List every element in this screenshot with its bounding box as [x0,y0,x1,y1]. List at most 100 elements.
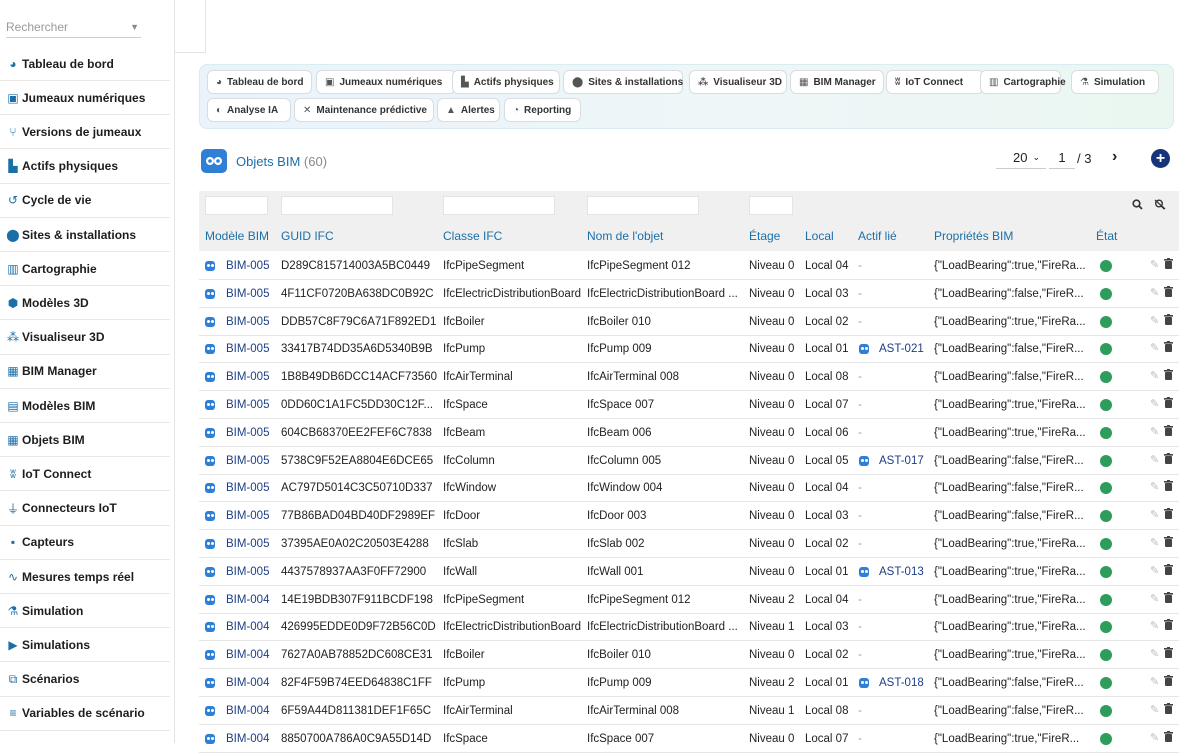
quick-tab-11[interactable]: ▲ Alertes [437,98,500,122]
model-link[interactable]: BIM-005 [226,343,276,355]
quick-tab-10[interactable]: ✕ Maintenance prédictive [294,98,434,122]
table-row[interactable]: BIM-005 33417B74DD35A6D5340B9B IfcPump IfcP… [199,335,1179,364]
model-link[interactable]: BIM-005 [226,260,276,272]
quick-tab-3[interactable]: ⬤ Sites & installations [563,70,683,94]
model-link[interactable]: BIM-005 [226,538,276,550]
table-row[interactable]: BIM-005 37395AE0A02C20503E4288 IfcSlab IfcS… [199,530,1179,558]
model-link[interactable]: BIM-005 [226,371,276,383]
col-header-status[interactable]: État [1096,229,1117,243]
trash-icon[interactable] [1164,313,1173,328]
sidebar-item-4[interactable]: ↺ Cycle de vie [0,184,170,218]
edit-icon[interactable]: ✎ [1150,619,1159,632]
edit-icon[interactable]: ✎ [1150,647,1159,660]
filter-guid[interactable] [281,196,393,215]
edit-icon[interactable]: ✎ [1150,480,1159,493]
edit-icon[interactable]: ✎ [1150,675,1159,688]
table-row[interactable]: BIM-004 14E19BDB307F911BCDF198 IfcPipeSegm… [199,586,1179,614]
table-row[interactable]: BIM-004 8850700A786A0C9A55D14D IfcSpace Ifc… [199,725,1179,753]
edit-icon[interactable]: ✎ [1150,286,1159,299]
sidebar-search-select[interactable]: Rechercher ▼ [6,16,141,38]
col-header-model[interactable]: Modèle BIM [205,229,269,243]
edit-icon[interactable]: ✎ [1150,564,1159,577]
edit-icon[interactable]: ✎ [1150,258,1159,271]
sidebar-item-15[interactable]: ∿ Mesures temps réel [0,560,170,594]
quick-tab-5[interactable]: ▦ BIM Manager [790,70,884,94]
table-row[interactable]: BIM-004 426995EDDE0D9F72B56C0D IfcElectric… [199,613,1179,642]
sidebar-item-8[interactable]: ⁂ Visualiseur 3D [0,321,170,355]
col-header-local[interactable]: Local [805,229,834,243]
sidebar-item-3[interactable]: ▙ Actifs physiques [0,150,170,184]
sidebar-item-5[interactable]: ⬤ Sites & installations [0,218,170,252]
col-header-asset[interactable]: Actif lié [858,229,897,243]
edit-icon[interactable]: ✎ [1150,536,1159,549]
edit-icon[interactable]: ✎ [1150,508,1159,521]
col-header-props[interactable]: Propriétés BIM [934,229,1013,243]
model-link[interactable]: BIM-005 [226,455,276,467]
col-header-guid[interactable]: GUID IFC [281,229,334,243]
model-link[interactable]: BIM-004 [226,594,276,606]
model-link[interactable]: BIM-005 [226,288,276,300]
filter-model[interactable] [205,196,268,215]
clear-filter-icon[interactable] [1154,199,1166,213]
sidebar-item-10[interactable]: ▤ Modèles BIM [0,389,170,423]
sidebar-item-0[interactable]: ◕ Tableau de bord [0,47,170,81]
table-row[interactable]: BIM-005 DDB57C8F79C6A71F892ED1 IfcBoiler If… [199,308,1179,336]
trash-icon[interactable] [1164,397,1173,411]
asset-link[interactable]: AST-021 [879,343,931,355]
quick-tab-4[interactable]: ⁂ Visualiseur 3D [689,70,787,94]
col-header-class[interactable]: Classe IFC [443,229,502,243]
trash-icon[interactable] [1164,591,1173,606]
trash-icon[interactable] [1164,730,1173,745]
next-page-chevron-icon[interactable]: › [1112,148,1117,166]
current-page-input[interactable]: 1 [1049,147,1075,169]
edit-icon[interactable]: ✎ [1150,703,1159,716]
table-row[interactable]: BIM-005 5738C9F52EA8804E6DCE65 IfcColumn If… [199,447,1179,475]
table-row[interactable]: BIM-005 4437578937AA3F0FF72900 IfcWall IfcW… [199,558,1179,586]
table-row[interactable]: BIM-004 82F4F59B74EED64838C1FF IfcPump IfcP… [199,669,1179,697]
model-link[interactable]: BIM-004 [226,705,276,717]
trash-icon[interactable] [1164,452,1173,467]
table-row[interactable]: BIM-005 1B8B49DB6DCC14ACF73560 IfcAirTermi… [199,363,1179,392]
trash-icon[interactable] [1164,508,1173,522]
edit-icon[interactable]: ✎ [1150,314,1159,327]
sidebar-item-11[interactable]: ▦ Objets BIM [0,423,170,458]
trash-icon[interactable] [1164,702,1173,717]
model-link[interactable]: BIM-005 [226,399,276,411]
table-row[interactable]: BIM-004 7627A0AB78852DC608CE31 IfcBoiler If… [199,641,1179,670]
edit-icon[interactable]: ✎ [1150,425,1159,438]
edit-icon[interactable]: ✎ [1150,341,1159,354]
sidebar-item-18[interactable]: ⧉ Scénarios [0,663,170,697]
table-row[interactable]: BIM-005 604CB68370EE2FEF6C7838 IfcBeam IfcB… [199,419,1179,447]
model-link[interactable]: BIM-004 [226,621,276,633]
trash-icon[interactable] [1164,285,1173,300]
model-link[interactable]: BIM-005 [226,566,276,578]
edit-icon[interactable]: ✎ [1150,731,1159,744]
trash-icon[interactable] [1164,675,1173,689]
table-row[interactable]: BIM-005 D289C815714003A5BC0449 IfcPipeSegm… [199,252,1179,280]
trash-icon[interactable] [1164,341,1173,355]
filter-name[interactable] [587,196,699,215]
trash-icon[interactable] [1164,619,1173,633]
edit-icon[interactable]: ✎ [1150,397,1159,410]
trash-icon[interactable] [1164,536,1173,550]
sidebar-item-19[interactable]: ≡ Variables de scénario [0,697,170,731]
table-row[interactable]: BIM-005 0DD60C1A1FC5DD30C12F... IfcSpace If… [199,391,1179,419]
filter-floor[interactable] [749,196,793,215]
add-object-button[interactable]: + [1151,149,1170,168]
filter-class[interactable] [443,196,555,215]
search-icon[interactable] [1132,199,1143,213]
sidebar-item-7[interactable]: ⬢ Modèles 3D [0,286,170,321]
sidebar-item-9[interactable]: ▦ BIM Manager [0,355,170,389]
model-link[interactable]: BIM-005 [226,482,276,494]
asset-link[interactable]: AST-018 [879,677,931,689]
sidebar-item-12[interactable]: ʬ IoT Connect [0,457,170,492]
trash-icon[interactable] [1164,258,1173,272]
quick-tab-8[interactable]: ⚗ Simulation [1071,70,1159,94]
model-link[interactable]: BIM-005 [226,510,276,522]
quick-tab-12[interactable]: ◔ Reporting [504,98,581,122]
trash-icon[interactable] [1164,424,1173,439]
edit-icon[interactable]: ✎ [1150,369,1159,382]
trash-icon[interactable] [1164,480,1173,494]
col-header-floor[interactable]: Étage [749,229,780,243]
sidebar-item-1[interactable]: ▣ Jumeaux numériques [0,81,170,116]
